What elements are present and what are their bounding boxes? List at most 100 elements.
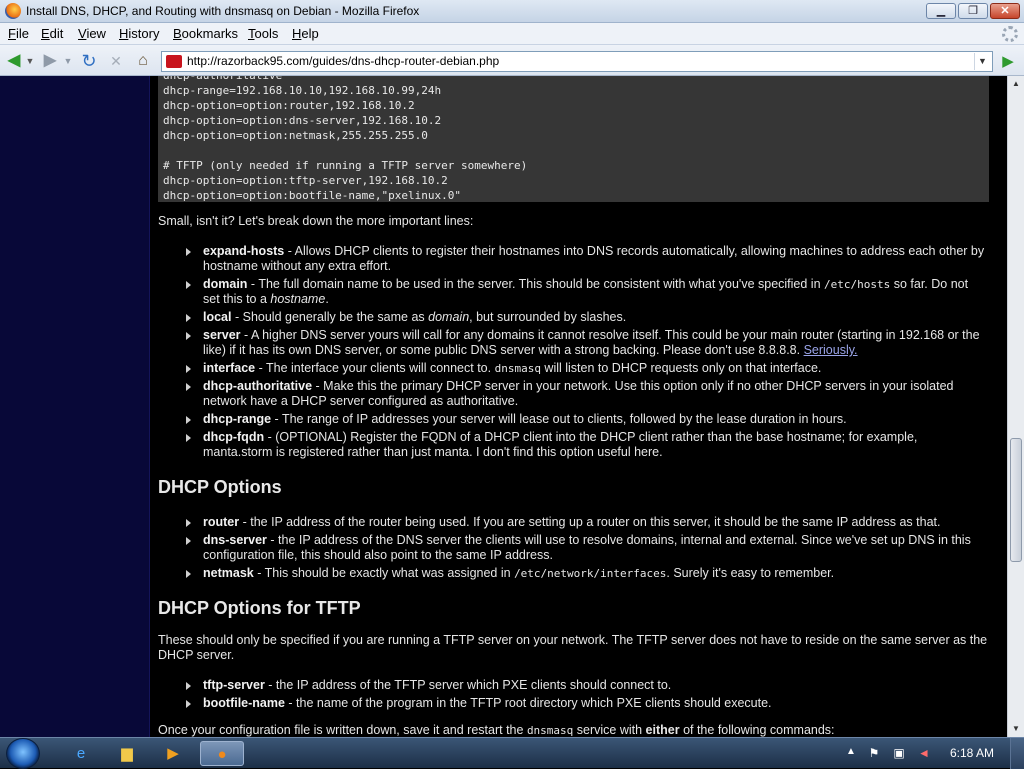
outro-bold: either xyxy=(645,723,680,737)
vertical-scrollbar[interactable]: ▲ ▼ xyxy=(1007,76,1024,737)
list-item: bootfile-name - the name of the program … xyxy=(186,696,988,711)
code-line: dhcp-option=option:bootfile-name,"pxelin… xyxy=(163,189,462,202)
option-desc: - The full domain name to be used in the… xyxy=(247,277,825,291)
firefox-icon xyxy=(5,3,21,19)
menu-bar: File Edit View History Bookmarks Tools H… xyxy=(0,23,1024,45)
back-history-dropdown[interactable]: ▼ xyxy=(24,51,36,71)
option-term: dhcp-authoritative xyxy=(203,379,313,393)
windows-start-icon[interactable] xyxy=(6,738,40,769)
go-arrow-icon[interactable]: ▶ xyxy=(998,52,1018,72)
config-code-block: dhcp-authoritative dhcp-range=192.168.10… xyxy=(158,76,989,202)
back-arrow-icon[interactable]: ◀ xyxy=(4,51,24,71)
option-desc: - A higher DNS server yours will call fo… xyxy=(203,328,980,357)
address-bar[interactable]: http://razorback95.com/guides/dns-dhcp-r… xyxy=(161,51,993,72)
close-button[interactable]: ✕ xyxy=(990,3,1020,19)
list-item: server - A higher DNS server yours will … xyxy=(186,328,988,358)
show-desktop-button[interactable] xyxy=(1010,738,1024,769)
option-code: /etc/hosts xyxy=(824,278,891,291)
menu-view[interactable]: View xyxy=(78,26,106,41)
list-item: expand-hosts - Allows DHCP clients to re… xyxy=(186,244,988,274)
option-term: bootfile-name xyxy=(203,696,285,710)
option-code: dnsmasq xyxy=(494,362,541,375)
tftp-intro-paragraph: These should only be specified if you ar… xyxy=(158,633,988,662)
left-sidebar-background xyxy=(0,76,150,737)
stop-icon[interactable]: ✕ xyxy=(106,51,126,71)
option-desc: - The range of IP addresses your server … xyxy=(271,412,847,426)
menu-file[interactable]: File xyxy=(8,26,29,41)
code-line: dhcp-range=192.168.10.10,192.168.10.99,2… xyxy=(163,84,442,97)
option-term: domain xyxy=(203,277,248,291)
home-icon[interactable]: ⌂ xyxy=(133,51,153,71)
option-italic: hostname xyxy=(270,292,326,306)
code-line: dhcp-option=option:router,192.168.10.2 xyxy=(163,99,415,112)
option-italic: domain xyxy=(428,310,470,324)
option-term: dhcp-fqdn xyxy=(203,430,265,444)
option-term: netmask xyxy=(203,566,254,580)
flag-icon[interactable]: ⚑ xyxy=(866,746,882,761)
code-line: dhcp-option=option:tftp-server,192.168.1… xyxy=(163,174,448,187)
option-term: expand-hosts xyxy=(203,244,285,258)
menu-history[interactable]: History xyxy=(119,26,159,41)
list-item: router - the IP address of the router be… xyxy=(186,515,988,530)
option-desc: - the IP address of the DNS server the c… xyxy=(203,533,971,562)
outro-code: dnsmasq xyxy=(526,724,574,737)
menu-tools[interactable]: Tools xyxy=(248,26,278,41)
option-desc: - Allows DHCP clients to register their … xyxy=(203,244,985,273)
show-hidden-icons-arrow-icon[interactable]: ▲ xyxy=(846,746,856,757)
menu-help[interactable]: Help xyxy=(292,26,319,41)
url-history-dropdown[interactable]: ▼ xyxy=(974,53,990,70)
section-heading-dhcp-options: DHCP Options xyxy=(158,477,282,497)
option-code: /etc/network/interfaces xyxy=(514,567,667,580)
scroll-thumb[interactable] xyxy=(1010,438,1022,562)
menu-label: Bookmarks xyxy=(173,26,239,41)
menu-label: Edit xyxy=(41,26,64,41)
scroll-up-arrow-icon[interactable]: ▲ xyxy=(1008,76,1024,92)
list-item: local - Should generally be the same as … xyxy=(186,310,988,325)
list-item: netmask - This should be exactly what wa… xyxy=(186,566,988,581)
internet-explorer-icon[interactable]: e xyxy=(64,741,98,766)
maximize-button[interactable]: ❐ xyxy=(958,3,988,19)
firefox-taskbar-button[interactable]: ● xyxy=(200,741,244,766)
page-viewport: dhcp-authoritative dhcp-range=192.168.10… xyxy=(0,76,1007,737)
option-term: local xyxy=(203,310,232,324)
seriously-link[interactable]: Seriously. xyxy=(804,343,858,357)
activity-throbber-icon xyxy=(1002,26,1018,42)
list-item: dhcp-authoritative - Make this the prima… xyxy=(186,379,988,409)
option-desc: - the IP address of the router being use… xyxy=(239,515,941,529)
forward-history-dropdown[interactable]: ▼ xyxy=(62,51,74,71)
network-icon[interactable]: ▣ xyxy=(891,746,907,761)
menu-bookmarks[interactable]: Bookmarks xyxy=(173,26,238,41)
volume-icon[interactable]: ◄ xyxy=(916,746,932,761)
option-desc: . xyxy=(325,292,329,306)
list-item: domain - The full domain name to be used… xyxy=(186,277,988,307)
option-desc: - The interface your clients will connec… xyxy=(255,361,495,375)
scroll-down-arrow-icon[interactable]: ▼ xyxy=(1008,721,1024,737)
url-text[interactable]: http://razorback95.com/guides/dns-dhcp-r… xyxy=(187,54,499,68)
menu-label: File xyxy=(8,26,29,41)
option-term: server xyxy=(203,328,241,342)
window-title: Install DNS, DHCP, and Routing with dnsm… xyxy=(26,4,420,18)
option-desc: - the name of the program in the TFTP ro… xyxy=(284,696,772,710)
menu-edit[interactable]: Edit xyxy=(41,26,63,41)
window-titlebar: Install DNS, DHCP, and Routing with dnsm… xyxy=(0,0,1024,23)
option-desc: - This should be exactly what was assign… xyxy=(253,566,515,580)
list-item: dns-server - the IP address of the DNS s… xyxy=(186,533,988,563)
forward-arrow-icon[interactable]: ▶ xyxy=(40,51,60,71)
taskbar-clock[interactable]: 6:18 AM xyxy=(950,746,994,760)
section-heading-tftp: DHCP Options for TFTP xyxy=(158,598,361,618)
code-line: # TFTP (only needed if running a TFTP se… xyxy=(163,159,528,172)
option-term: interface xyxy=(203,361,256,375)
option-desc: - Make this the primary DHCP server in y… xyxy=(203,379,954,408)
menu-label: View xyxy=(78,26,106,41)
option-desc: - (OPTIONAL) Register the FQDN of a DHCP… xyxy=(203,430,918,459)
windows-taskbar: e ▆ ▶ ● ▲ ⚑ ▣ ◄ 6:18 AM xyxy=(0,737,1024,769)
reload-icon[interactable]: ↻ xyxy=(79,51,99,71)
media-player-icon[interactable]: ▶ xyxy=(156,741,190,766)
explorer-folder-icon[interactable]: ▆ xyxy=(110,741,144,766)
menu-label: Help xyxy=(292,26,319,41)
code-line: dhcp-authoritative xyxy=(163,76,282,83)
list-item: dhcp-fqdn - (OPTIONAL) Register the FQDN… xyxy=(186,430,988,460)
minimize-button[interactable]: ▁ xyxy=(926,3,956,19)
list-item: dhcp-range - The range of IP addresses y… xyxy=(186,412,988,427)
option-term: tftp-server xyxy=(203,678,265,692)
